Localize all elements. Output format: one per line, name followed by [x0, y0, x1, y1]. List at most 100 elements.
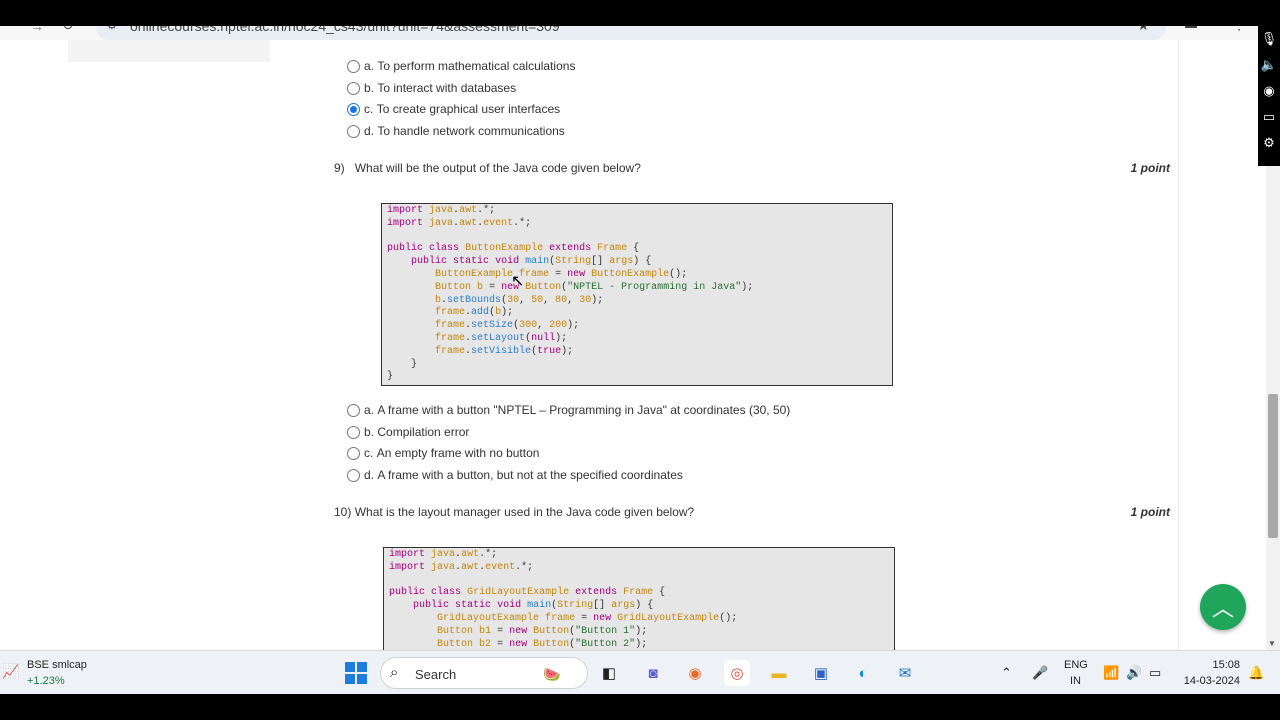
webcam-icon[interactable]: ◉ — [1258, 78, 1280, 104]
question-number: 9) — [334, 161, 345, 175]
option-letter: c. — [364, 102, 374, 116]
gear-icon[interactable]: ⚙ — [1258, 130, 1280, 156]
q9-option-d[interactable]: d. A frame with a button, but not at the… — [347, 466, 683, 484]
reload-icon[interactable]: ↻ — [62, 26, 74, 34]
option-letter: b. — [364, 425, 375, 439]
question-text: What will be the output of the Java code… — [354, 161, 641, 175]
clock-date[interactable]: 14-03-2024 — [1180, 675, 1240, 687]
code-line: GridLayoutExample frame = new GridLayout… — [437, 612, 738, 624]
page-content: a. To perform mathematical calculations … — [0, 40, 1266, 650]
code-line: import java.awt.event.*; — [389, 561, 534, 573]
question-points: 1 point — [1130, 161, 1170, 175]
firefox-icon[interactable]: ◉ — [682, 660, 708, 686]
chevron-up-tray-icon[interactable]: ⌃ — [1001, 665, 1012, 681]
region-indicator[interactable]: IN — [1070, 675, 1081, 687]
code-line: b.setBounds(30, 50, 80, 30); — [435, 294, 604, 306]
q8-option-c[interactable]: c. To create graphical user interfaces — [347, 100, 560, 118]
option-text: Compilation error — [377, 425, 470, 439]
q8-option-d[interactable]: d. To handle network communications — [347, 122, 565, 140]
code-line: Button b1 = new Button("Button 1"); — [437, 625, 648, 637]
notification-icon[interactable]: 🔔 — [1248, 665, 1264, 681]
q9-option-b[interactable]: b. Compilation error — [347, 423, 469, 441]
bookmark-star-icon[interactable]: ★ — [1137, 26, 1150, 34]
option-text: An empty frame with no button — [376, 446, 540, 460]
option-text: A frame with a button "NPTEL – Programmi… — [377, 403, 791, 417]
radio-button[interactable] — [347, 425, 360, 439]
q9-option-c[interactable]: c. An empty frame with no button — [347, 444, 539, 462]
code-line: public class ButtonExample extends Frame… — [387, 243, 640, 255]
option-letter: d. — [364, 468, 375, 482]
question-number: 10) — [334, 505, 352, 519]
code-line: import java.awt.*; — [389, 549, 498, 560]
chrome-icon[interactable]: ◎ — [724, 660, 750, 686]
code-line: frame.add(b); — [435, 307, 514, 319]
edge-icon[interactable]: ◐ — [850, 660, 876, 686]
q9-option-a[interactable]: a. A frame with a button "NPTEL – Progra… — [347, 401, 790, 419]
option-text: To handle network communications — [377, 124, 565, 138]
option-text: A frame with a button, but not at the sp… — [377, 468, 683, 482]
code-line: Button b2 = new Button("Button 2"); — [437, 638, 648, 650]
scroll-down-arrow-icon[interactable]: ▼ — [1268, 639, 1276, 648]
microphone-tray-icon[interactable]: 🎤 — [1032, 665, 1048, 681]
stock-widget-change[interactable]: +1.23% — [27, 675, 65, 687]
search-label: Search — [415, 667, 457, 682]
file-explorer-icon[interactable]: ▬ — [766, 660, 792, 686]
code-line: frame.setSize(300, 200); — [435, 320, 580, 332]
volume-icon[interactable]: 🔊 — [1126, 665, 1142, 681]
question-9: 9) What will be the output of the Java c… — [334, 161, 641, 175]
store-icon[interactable]: ▣ — [808, 660, 834, 686]
radio-button[interactable] — [347, 124, 360, 138]
mouse-cursor-icon: ↖ — [511, 273, 525, 290]
chat-icon[interactable]: ◙ — [640, 660, 666, 686]
browser-top-bar: → ↻ ⚙ onlinecourses.nptel.ac.in/noc24_cs… — [0, 0, 1280, 40]
side-tools-panel: 🎙 🔈 ◉ ▭ ⚙ — [1258, 26, 1280, 166]
radio-button[interactable] — [347, 403, 360, 417]
forward-icon[interactable]: → — [30, 26, 44, 34]
question-points: 1 point — [1130, 505, 1170, 519]
code-line: import java.awt.event.*; — [387, 217, 532, 229]
search-icon: ⌕ — [390, 664, 399, 681]
sidebar — [68, 40, 270, 62]
option-text: To interact with databases — [377, 81, 517, 95]
task-view-icon[interactable]: ◧ — [596, 660, 622, 686]
extensions-icon[interactable] — [1185, 26, 1197, 28]
radio-button-selected[interactable] — [347, 102, 360, 116]
option-letter: a. — [364, 59, 375, 73]
q8-option-b[interactable]: b. To interact with databases — [347, 79, 516, 97]
content-border — [1178, 40, 1179, 650]
q8-option-a[interactable]: a. To perform mathematical calculations — [347, 57, 575, 75]
stock-chart-icon[interactable]: 📈 — [2, 663, 19, 680]
code-line: } — [411, 358, 418, 370]
option-letter: a. — [364, 403, 375, 417]
code-line: ButtonExample frame = new ButtonExample(… — [435, 268, 688, 280]
code-snippet-q10: import java.awt.*; import java.awt.event.… — [383, 547, 895, 650]
wifi-icon[interactable]: 📶 — [1103, 665, 1119, 681]
site-info-icon[interactable]: ⚙ — [106, 26, 118, 33]
screen: → ↻ ⚙ onlinecourses.nptel.ac.in/noc24_cs… — [0, 0, 1280, 720]
battery-icon[interactable]: ▭ — [1149, 665, 1161, 681]
taskbar: 📈 BSE smlcap +1.23% ⌕ Search 🍉 ◧ ◙ ◉ ◎ ▬… — [0, 650, 1280, 694]
mail-icon[interactable]: ✉ — [892, 660, 918, 686]
taskbar-search-box[interactable]: ⌕ Search 🍉 — [380, 657, 588, 689]
scroll-to-top-button[interactable]: ︿ — [1200, 584, 1246, 630]
radio-button[interactable] — [347, 81, 360, 95]
language-indicator[interactable]: ENG — [1064, 659, 1088, 671]
option-text: To perform mathematical calculations — [377, 59, 576, 73]
microphone-icon[interactable]: 🎙 — [1258, 26, 1280, 52]
url-text[interactable]: onlinecourses.nptel.ac.in/noc24_cs43/uni… — [130, 26, 560, 34]
code-line: Button b = new Button("NPTEL - Programmi… — [435, 281, 754, 293]
clock-time[interactable]: 15:08 — [1180, 659, 1240, 671]
option-letter: b. — [364, 81, 375, 95]
scrollbar-thumb[interactable] — [1268, 394, 1278, 538]
window-icon[interactable]: ▭ — [1258, 104, 1280, 130]
radio-button[interactable] — [347, 468, 360, 482]
menu-icon[interactable]: ⋮ — [1232, 26, 1246, 33]
radio-button[interactable] — [347, 446, 360, 460]
browser-toolbar: → ↻ ⚙ onlinecourses.nptel.ac.in/noc24_cs… — [0, 26, 1258, 40]
radio-button[interactable] — [347, 59, 360, 73]
speaker-icon[interactable]: 🔈 — [1258, 52, 1280, 78]
windows-start-icon[interactable] — [345, 662, 367, 684]
stock-widget-name[interactable]: BSE smlcap — [27, 659, 87, 671]
